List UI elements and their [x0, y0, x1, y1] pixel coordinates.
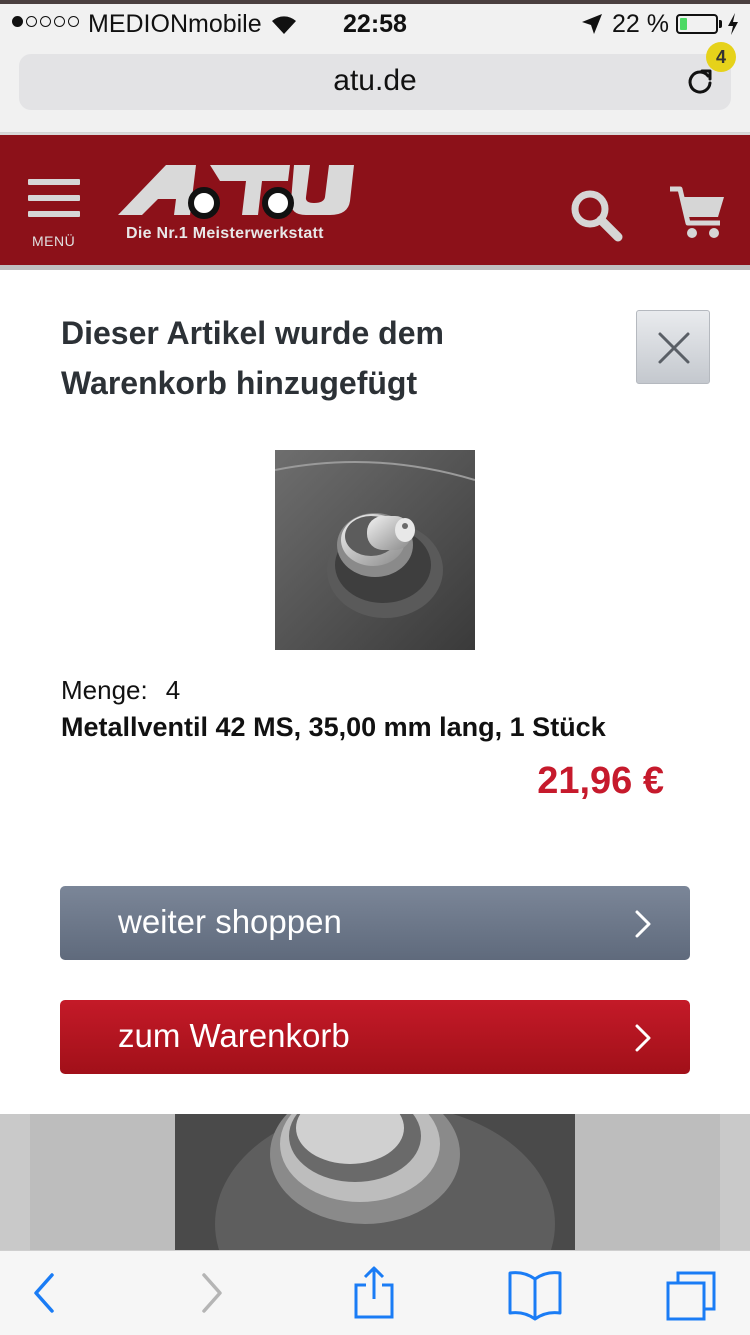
- search-icon[interactable]: [568, 187, 624, 243]
- continue-shopping-button[interactable]: weiter shoppen: [60, 886, 690, 960]
- added-to-cart-dialog: Dieser Artikel wurde dem Warenkorb hinzu…: [0, 270, 750, 1114]
- url-field[interactable]: atu.de: [19, 54, 731, 110]
- go-to-cart-label: zum Warenkorb: [118, 1017, 350, 1054]
- battery-icon: [676, 14, 718, 34]
- product-price: 21,96 €: [537, 760, 664, 802]
- forward-icon[interactable]: [196, 1269, 226, 1317]
- background-page-content: [0, 1114, 750, 1250]
- site-header: MENÜ Die Nr.1 Meisterwerkstatt: [0, 133, 750, 267]
- menu-button[interactable]: MENÜ: [28, 179, 84, 249]
- cart-icon[interactable]: [668, 181, 730, 243]
- cart-count-badge: 4: [706, 42, 736, 72]
- location-arrow-icon: [582, 14, 602, 34]
- product-image[interactable]: [275, 450, 475, 650]
- logo-tagline: Die Nr.1 Meisterwerkstatt: [126, 225, 324, 242]
- chevron-right-icon: [635, 910, 651, 938]
- close-icon: [658, 332, 690, 364]
- menu-icon: [28, 179, 80, 185]
- background-product-image: [175, 1114, 575, 1250]
- quantity: Menge: 4: [61, 675, 180, 706]
- quantity-value: 4: [165, 675, 181, 705]
- bookmarks-icon[interactable]: [506, 1269, 564, 1321]
- chevron-right-icon: [635, 1024, 651, 1052]
- share-icon[interactable]: [350, 1265, 398, 1321]
- continue-shopping-label: weiter shoppen: [118, 903, 342, 940]
- url-text: atu.de: [333, 64, 417, 97]
- battery-percent: 22 %: [612, 10, 669, 38]
- reload-icon[interactable]: [685, 67, 715, 97]
- go-to-cart-button[interactable]: zum Warenkorb: [60, 1000, 690, 1074]
- dialog-title: Dieser Artikel wurde dem Warenkorb hinzu…: [61, 315, 444, 401]
- tabs-icon[interactable]: [664, 1269, 720, 1323]
- quantity-label: Menge:: [61, 675, 148, 705]
- browser-toolbar: [0, 1250, 750, 1335]
- menu-label: MENÜ: [32, 233, 76, 249]
- browser-address-bar: atu.de: [0, 48, 750, 133]
- status-bar: MEDIONmobile 22:58 22 %: [0, 0, 750, 48]
- status-topline: [0, 0, 750, 4]
- close-button[interactable]: [636, 310, 710, 384]
- back-icon[interactable]: [30, 1269, 60, 1317]
- product-name: Metallventil 42 MS, 35,00 mm lang, 1 Stü…: [61, 712, 606, 742]
- charging-bolt-icon: [728, 13, 738, 35]
